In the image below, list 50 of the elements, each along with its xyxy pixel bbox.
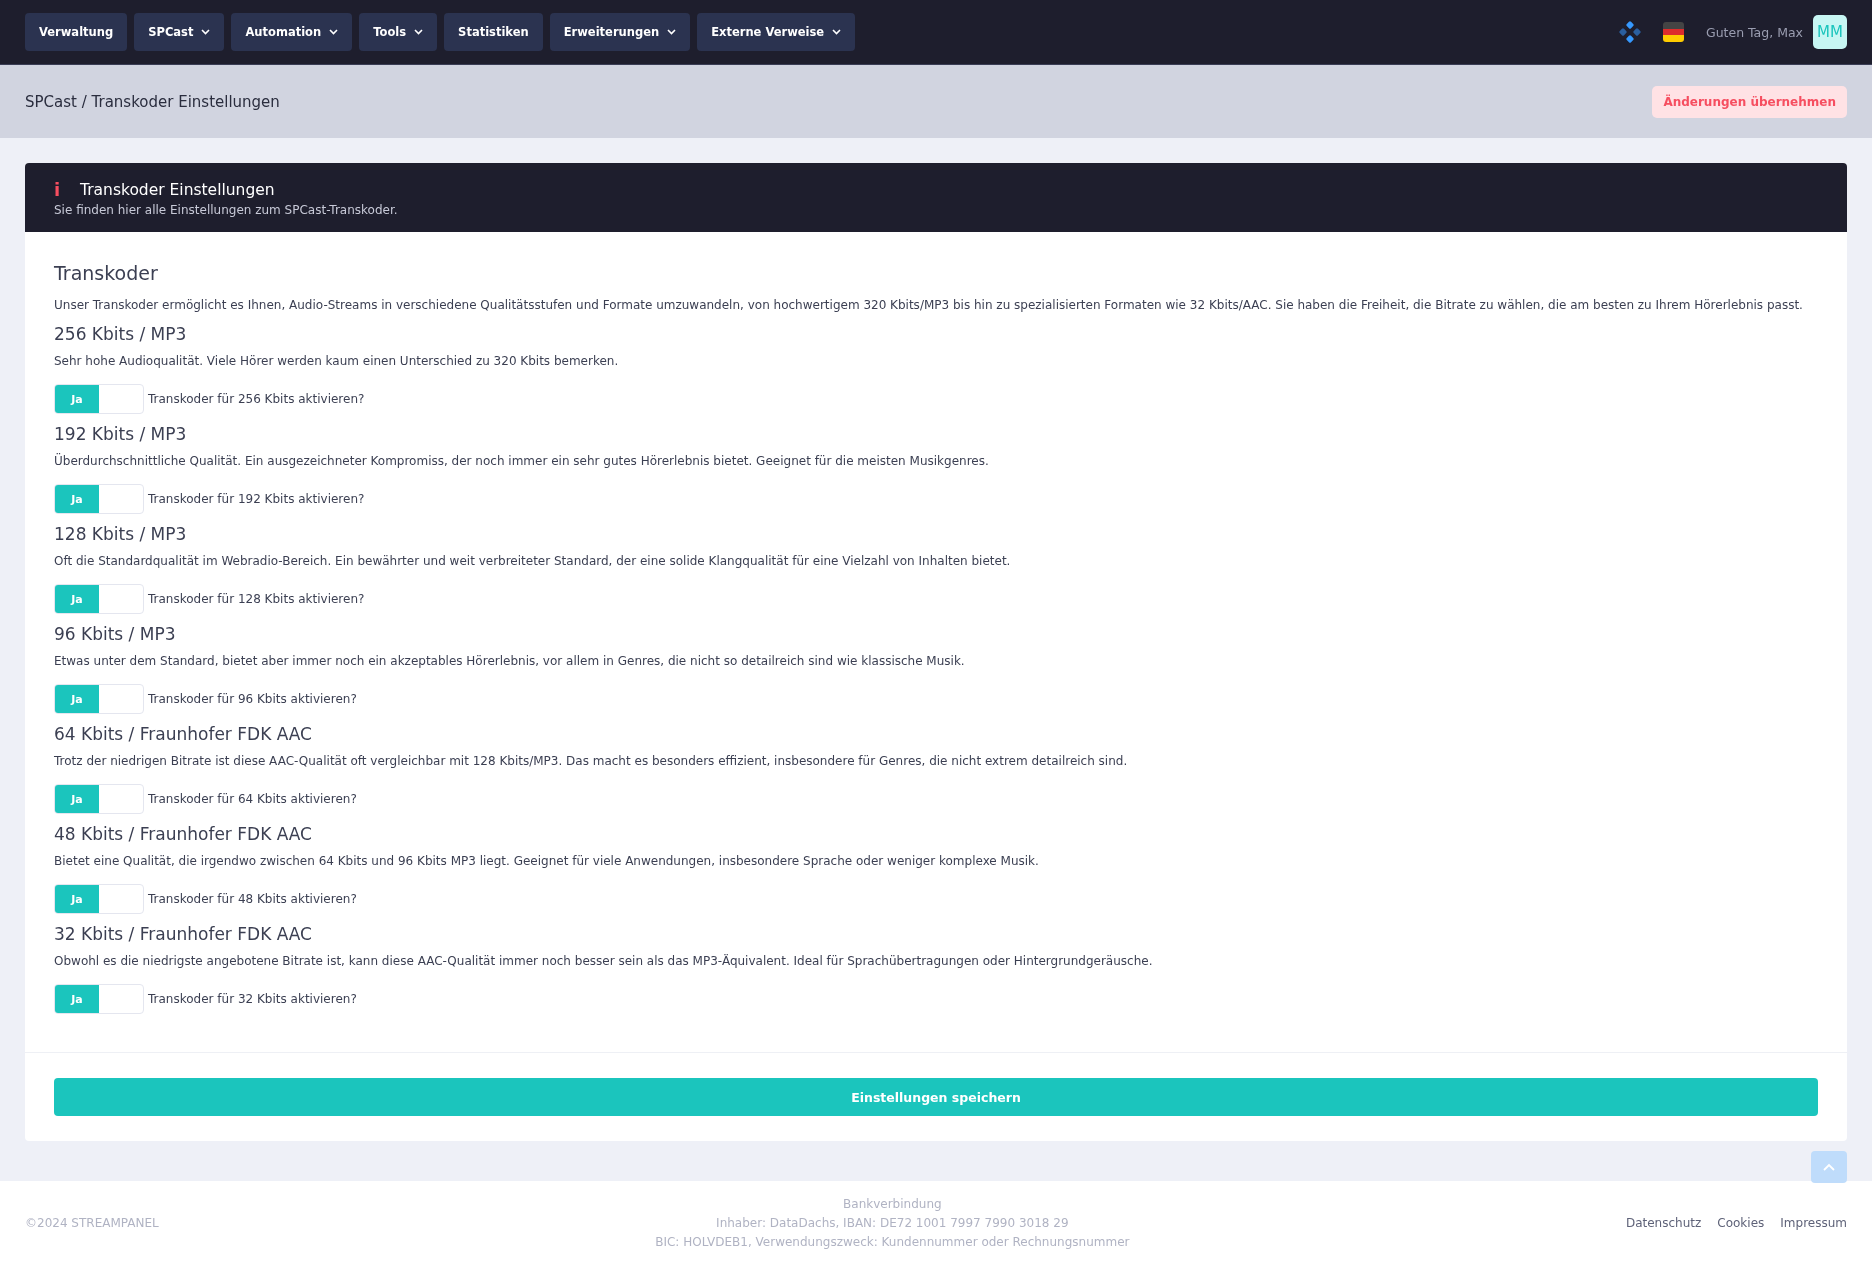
option-description: Etwas unter dem Standard, bietet aber immer noch ein akzeptables Hörerlebnis, vor allem in Genres, die nicht so detailreich sind wie klassische Musik. [54,653,966,670]
section-title: Transkoder [54,262,159,284]
nav-menu-button[interactable]: Externe Verweise [697,13,856,51]
toggle-label: Transkoder für 32 Kbits aktivieren? [148,992,357,1006]
caret-icon [414,29,424,35]
option-description: Trotz der niedrigen Bitrate ist diese AAC-Qualität oft vergleichbar mit 128 Kbits/MP3. Das macht es besonders effizient, insbesondere für Genres, die nicht extrem detailreich sind. [54,753,1129,770]
caret-icon [201,29,211,35]
option-description: Obwohl es die niedrigste angebotene Bitrate ist, kann diese AAC-Qualität immer noch besser sein als das MP3-Äquivalent. Ideal für Sprachübertragungen oder Hintergrundgeräusche. [54,953,1154,970]
caret-icon [832,29,842,35]
card-title: Transkoder Einstellungen [80,180,275,199]
card-subtitle: Sie finden hier alle Einstellungen zum SPCast-Transkoder. [54,203,399,217]
option-title: 32 Kbits / Fraunhofer FDK AAC [54,924,313,944]
toggle-label: Transkoder für 192 Kbits aktivieren? [148,492,365,506]
greeting-text: Guten Tag, Max [1705,24,1803,40]
nav-menu-button[interactable]: Statistiken [444,13,543,51]
caret-icon [329,29,339,35]
caret-up-icon [1823,1163,1835,1171]
bank-info-text: Bankverbindung [842,1195,943,1213]
apps-icon[interactable] [1618,21,1641,43]
page-title: SPCast / Transkoder Einstellungen [25,92,280,111]
option-title: 192 Kbits / MP3 [54,424,188,444]
bank-info-text: Inhaber: DataDachs, IBAN: DE72 1001 7997 7990 3018 29 [715,1214,1070,1232]
nav-menu-button[interactable]: Automation [231,13,353,51]
option-title: 96 Kbits / MP3 [54,624,177,644]
footer-link[interactable]: Datenschutz [1625,1216,1702,1230]
nav-menu-button[interactable]: Verwaltung [25,13,128,51]
option-description: Überdurchschnittliche Qualität. Ein ausgezeichneter Kompromiss, der noch immer ein sehr gutes Hörerlebnis bietet. Geeignet für die meisten Musikgenres. [54,452,990,470]
nav-menu-button[interactable]: Tools [359,13,438,51]
flag-icon[interactable] [1662,22,1684,42]
caret-icon [667,29,677,35]
toggle-label: Transkoder für 96 Kbits aktivieren? [148,692,357,706]
option-description: Oft die Standardqualität im Webradio-Bereich. Ein bewährter und weit verbreiteter Standard, der eine solide Klangqualität für eine Vielzahl von Inhalten bietet. [54,553,1012,570]
nav-menu-button[interactable]: SPCast [134,13,225,51]
info-icon: i [54,179,66,200]
bank-info-text: BIC: HOLVDEB1, Verwendungszweck: Kundennummer oder Rechnungsnummer [655,1233,1130,1251]
toggle-label: Transkoder für 48 Kbits aktivieren? [148,892,357,906]
option-title: 48 Kbits / Fraunhofer FDK AAC [54,824,313,844]
nav-menu-button[interactable]: Erweiterungen [549,13,691,51]
option-title: 256 Kbits / MP3 [54,324,188,344]
toggle-label: Transkoder für 128 Kbits aktivieren? [148,592,365,606]
toggle-label: Transkoder für 64 Kbits aktivieren? [148,792,357,806]
intro-text: Unser Transkoder ermöglicht es Ihnen, Audio-Streams in verschiedene Qualitätsstufen und Formate umzuwandeln, von hochwertigem 320 Kbits/MP3 bis hin zu spezialisierten Formaten wie 32 Kbits/AAC. Sie haben die Freiheit, die Bitrate zu wählen, die am besten zu Ihrem Hörerlebnis passt. [54,297,1804,314]
option-title: 128 Kbits / MP3 [54,524,188,544]
option-description: Bietet eine Qualität, die irgendwo zwischen 64 Kbits und 96 Kbits MP3 liegt. Geeignet für viele Anwendungen, insbesondere Sprache oder weniger komplexe Musik. [54,853,1040,870]
option-description: Sehr hohe Audioqualität. Viele Hörer werden kaum einen Unterschied zu 320 Kbits bemerken. [54,353,620,370]
footer-link[interactable]: Cookies [1717,1216,1765,1230]
toggle-label: Transkoder für 256 Kbits aktivieren? [148,392,365,406]
footer-link[interactable]: Impressum [1780,1216,1847,1230]
option-title: 64 Kbits / Fraunhofer FDK AAC [54,724,313,744]
copyright-text: ©2024 STREAMPANEL [25,1216,159,1230]
